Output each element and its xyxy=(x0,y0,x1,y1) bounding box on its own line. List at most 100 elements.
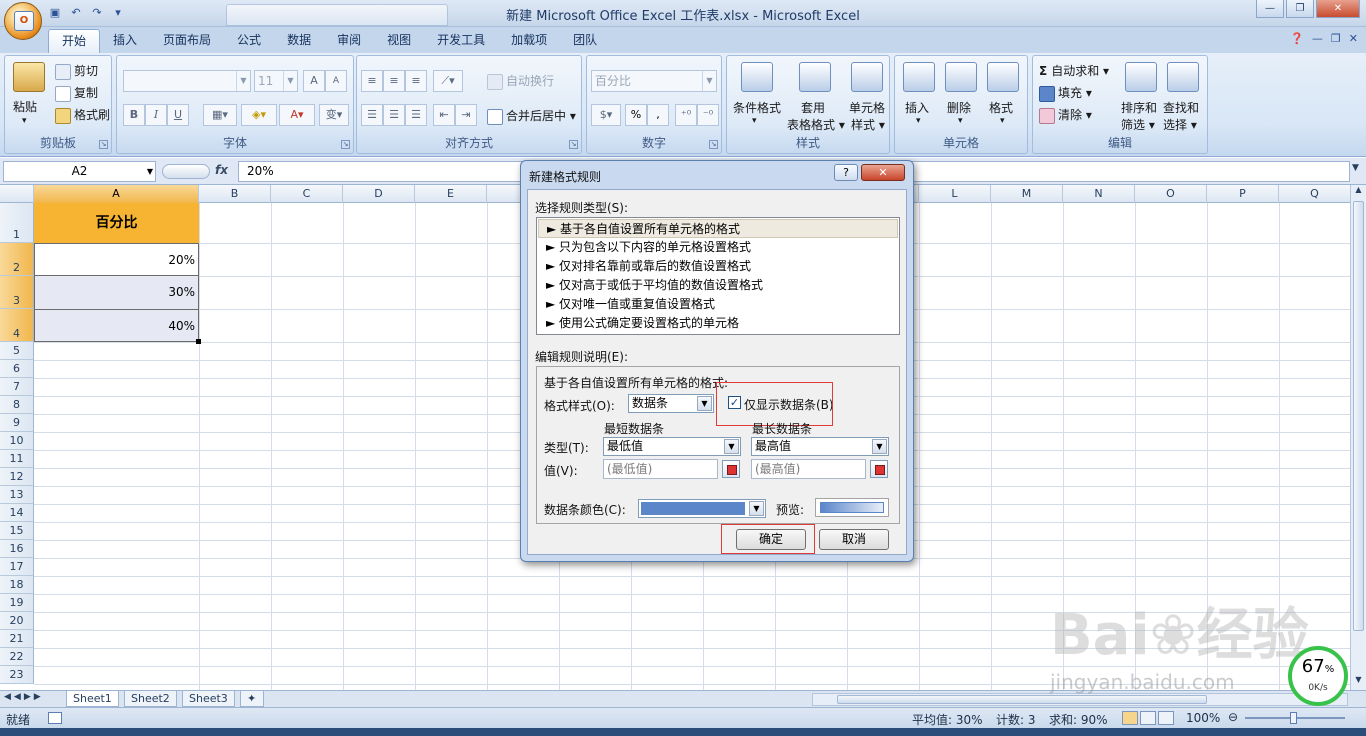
delete-dropdown-icon[interactable]: ▾ xyxy=(958,116,963,126)
alignment-launcher-icon[interactable]: ↘ xyxy=(569,140,578,149)
autosum-button[interactable]: Σ 自动求和 ▾ xyxy=(1039,62,1109,79)
borders-icon[interactable]: ▦▾ xyxy=(203,104,237,126)
scroll-up-icon[interactable]: ▲ xyxy=(1352,185,1365,199)
cell-styles-icon[interactable] xyxy=(851,62,883,92)
zoom-slider-thumb[interactable] xyxy=(1290,712,1297,724)
percent-button[interactable]: % xyxy=(625,104,647,126)
sheet-tab-1[interactable]: Sheet1 xyxy=(66,691,119,707)
zoom-level[interactable]: 100% xyxy=(1186,711,1220,725)
bold-button[interactable]: B xyxy=(123,104,145,126)
tab-review[interactable]: 审阅 xyxy=(324,29,374,53)
sheet-tab-3[interactable]: Sheet3 xyxy=(182,691,235,707)
insert-dropdown-icon[interactable]: ▾ xyxy=(916,116,921,126)
font-name-combo[interactable]: ▼ xyxy=(123,70,251,92)
format-painter-button[interactable]: 格式刷 xyxy=(55,106,110,124)
row-header-8[interactable]: 8 xyxy=(0,396,34,414)
format-table-icon[interactable] xyxy=(799,62,831,92)
row-header-11[interactable]: 11 xyxy=(0,450,34,468)
close-button[interactable]: ✕ xyxy=(1316,0,1360,18)
rule-type-item[interactable]: ► 仅对高于或低于平均值的数值设置格式 xyxy=(538,276,898,295)
cell-a3[interactable]: 30% xyxy=(34,276,199,309)
page-break-view-icon[interactable] xyxy=(1158,711,1174,725)
tab-team[interactable]: 团队 xyxy=(560,29,610,53)
tab-page-layout[interactable]: 页面布局 xyxy=(150,29,224,53)
wrap-text-button[interactable]: 自动换行 xyxy=(487,72,554,90)
sort-filter-button[interactable]: 排序和 xyxy=(1121,99,1157,116)
rule-type-item[interactable]: ► 基于各自值设置所有单元格的格式 xyxy=(538,219,898,238)
help-icon[interactable]: ❓ xyxy=(1290,32,1304,45)
format-cells-button[interactable]: 格式 xyxy=(989,99,1013,116)
column-header-o[interactable]: O xyxy=(1135,185,1207,203)
column-header-a[interactable]: A xyxy=(34,185,199,203)
find-select-icon[interactable] xyxy=(1167,62,1199,92)
horizontal-scrollbar[interactable] xyxy=(812,693,1348,706)
column-header-n[interactable]: N xyxy=(1063,185,1135,203)
row-header-21[interactable]: 21 xyxy=(0,630,34,648)
insert-cells-icon[interactable] xyxy=(903,62,935,92)
align-top-icon[interactable]: ≡ xyxy=(361,70,383,92)
bar-color-select[interactable]: ▼ xyxy=(638,499,766,518)
cut-button[interactable]: 剪切 xyxy=(55,62,98,80)
row-header-7[interactable]: 7 xyxy=(0,378,34,396)
paste-button[interactable]: 粘贴 xyxy=(13,98,37,115)
fill-handle[interactable] xyxy=(196,339,201,344)
normal-view-icon[interactable] xyxy=(1122,711,1138,725)
minimize-button[interactable]: — xyxy=(1256,0,1284,18)
dialog-close-button[interactable]: ✕ xyxy=(861,164,905,181)
column-header-q[interactable]: Q xyxy=(1279,185,1350,203)
formula-bar-expander[interactable] xyxy=(162,164,210,179)
align-center-icon[interactable]: ☰ xyxy=(383,104,405,126)
tab-formulas[interactable]: 公式 xyxy=(224,29,274,53)
min-type-select[interactable]: 最低值 ▼ xyxy=(603,437,741,456)
scroll-thumb[interactable] xyxy=(1353,201,1364,631)
range-select-icon[interactable] xyxy=(722,460,740,478)
row-header-1[interactable]: 1 xyxy=(0,203,34,243)
row-header-23[interactable]: 23 xyxy=(0,666,34,684)
rule-type-item[interactable]: ► 使用公式确定要设置格式的单元格 xyxy=(538,314,898,333)
grow-font-button[interactable]: A xyxy=(303,70,325,92)
decrease-decimal-icon[interactable]: ⁻⁰ xyxy=(697,104,719,126)
network-monitor-widget[interactable]: 67% 0K/s xyxy=(1288,646,1348,706)
font-color-icon[interactable]: A▾ xyxy=(279,104,315,126)
hscroll-thumb[interactable] xyxy=(837,695,1207,704)
format-cells-icon[interactable] xyxy=(987,62,1019,92)
row-header-12[interactable]: 12 xyxy=(0,468,34,486)
format-dropdown-icon[interactable]: ▾ xyxy=(1000,116,1005,126)
tab-data[interactable]: 数据 xyxy=(274,29,324,53)
column-header-p[interactable]: P xyxy=(1207,185,1279,203)
zoom-out-icon[interactable]: ⊖ xyxy=(1228,710,1238,724)
conditional-format-icon[interactable] xyxy=(741,62,773,92)
currency-icon[interactable]: $▾ xyxy=(591,104,621,126)
delete-cells-button[interactable]: 删除 xyxy=(947,99,971,116)
row-header-5[interactable]: 5 xyxy=(0,342,34,360)
decrease-indent-icon[interactable]: ⇤ xyxy=(433,104,455,126)
ribbon-close-icon[interactable]: ✕ xyxy=(1349,32,1358,45)
sort-filter-icon[interactable] xyxy=(1125,62,1157,92)
dialog-help-button[interactable]: ? xyxy=(834,164,858,181)
row-header-2[interactable]: 2 xyxy=(0,243,34,276)
insert-function-button[interactable]: fx xyxy=(215,163,228,177)
rule-type-item[interactable]: ► 仅对唯一值或重复值设置格式 xyxy=(538,295,898,314)
max-value-input[interactable]: (最高值) xyxy=(751,459,866,479)
tab-view[interactable]: 视图 xyxy=(374,29,424,53)
increase-indent-icon[interactable]: ⇥ xyxy=(455,104,477,126)
rule-type-item[interactable]: ► 仅对排名靠前或靠后的数值设置格式 xyxy=(538,257,898,276)
fill-color-icon[interactable]: ◈▾ xyxy=(241,104,277,126)
row-header-16[interactable]: 16 xyxy=(0,540,34,558)
cell-a4[interactable]: 40% xyxy=(34,309,199,342)
increase-decimal-icon[interactable]: ⁺⁰ xyxy=(675,104,697,126)
scroll-down-icon[interactable]: ▼ xyxy=(1352,675,1365,689)
sheet-tab-2[interactable]: Sheet2 xyxy=(124,691,177,707)
paste-dropdown-icon[interactable]: ▾ xyxy=(22,116,27,126)
align-bottom-icon[interactable]: ≡ xyxy=(405,70,427,92)
cell-a2[interactable]: 20% xyxy=(34,243,199,276)
font-launcher-icon[interactable]: ↘ xyxy=(341,140,350,149)
delete-cells-icon[interactable] xyxy=(945,62,977,92)
rule-type-item[interactable]: ► 只为包含以下内容的单元格设置格式 xyxy=(538,238,898,257)
formula-expand-icon[interactable]: ▼ xyxy=(1352,163,1359,173)
rule-type-list[interactable]: ► 基于各自值设置所有单元格的格式 ► 只为包含以下内容的单元格设置格式 ► 仅… xyxy=(536,217,900,335)
row-header-19[interactable]: 19 xyxy=(0,594,34,612)
row-header-10[interactable]: 10 xyxy=(0,432,34,450)
row-header-20[interactable]: 20 xyxy=(0,612,34,630)
phonetic-icon[interactable]: 变▾ xyxy=(319,104,349,126)
